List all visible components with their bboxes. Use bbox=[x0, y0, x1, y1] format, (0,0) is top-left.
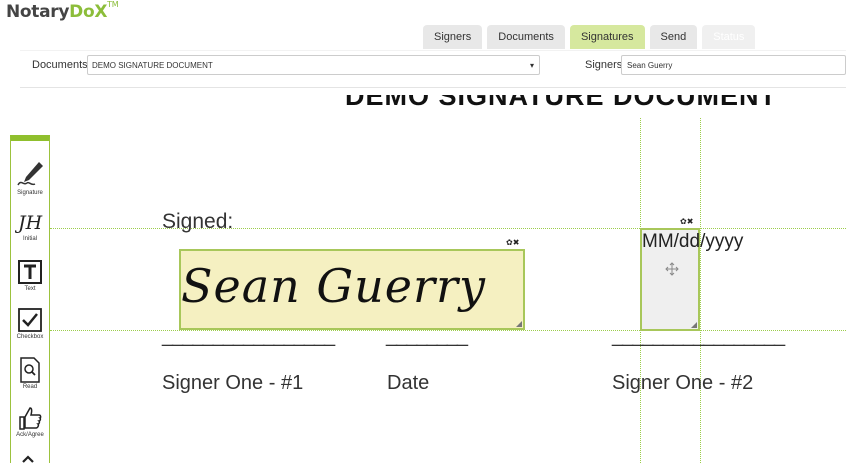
tool-read[interactable]: Read bbox=[11, 357, 49, 390]
date-line: ________ bbox=[386, 325, 468, 347]
documents-label: Documents bbox=[32, 59, 88, 71]
tool-text[interactable]: Text bbox=[11, 259, 49, 292]
document-toolbar: Documents DEMO SIGNATURE DOCUMENT ▾ Sign… bbox=[20, 50, 846, 88]
tool-text-label: Text bbox=[24, 286, 36, 292]
app-logo: NotaryDoXTM bbox=[6, 0, 119, 22]
tool-read-label: Read bbox=[22, 384, 38, 390]
documents-select-value: DEMO SIGNATURE DOCUMENT bbox=[92, 61, 213, 70]
tab-send[interactable]: Send bbox=[649, 25, 698, 49]
tool-ack-agree-label: Ack/Agree bbox=[16, 432, 44, 438]
signature-field[interactable]: Sean Guerry bbox=[179, 249, 525, 330]
gear-icon[interactable]: ✿ bbox=[680, 217, 687, 226]
caption-date: Date bbox=[387, 372, 430, 394]
svg-text:JH: JH bbox=[15, 212, 43, 234]
alignment-guide-vertical bbox=[700, 118, 701, 463]
signature-field-controls: ✿✖ bbox=[506, 238, 519, 247]
initial-icon: JH bbox=[15, 212, 43, 234]
signers-select[interactable]: Sean Guerry bbox=[621, 55, 846, 75]
move-icon[interactable] bbox=[665, 262, 679, 276]
resize-handle-icon[interactable] bbox=[516, 321, 522, 327]
read-document-icon bbox=[20, 357, 40, 383]
close-icon[interactable]: ✖ bbox=[513, 238, 520, 247]
document-title: DEMO SIGNATURE DOCUMENT bbox=[345, 95, 777, 111]
tab-status: Status bbox=[702, 25, 756, 49]
tab-documents[interactable]: Documents bbox=[487, 25, 565, 49]
tool-signature[interactable]: Signature bbox=[11, 159, 49, 196]
signers-label: Signers bbox=[585, 59, 623, 71]
logo-accent: DoX bbox=[69, 2, 108, 22]
documents-select[interactable]: DEMO SIGNATURE DOCUMENT ▾ bbox=[87, 55, 540, 75]
logo-main: Notary bbox=[6, 2, 70, 22]
logo-trademark: TM bbox=[107, 0, 119, 9]
tool-checkbox-label: Checkbox bbox=[16, 334, 44, 340]
signature-text: Sean Guerry bbox=[181, 259, 486, 313]
tool-initial[interactable]: JH Initial bbox=[11, 209, 49, 242]
caption-signer-1: Signer One - #1 bbox=[162, 372, 304, 394]
signature-line-1: _________________ bbox=[162, 325, 335, 347]
tab-signers[interactable]: Signers bbox=[423, 25, 483, 49]
main-tabs: Signers Documents Signatures Send Status bbox=[423, 25, 760, 49]
signed-label: Signed: bbox=[162, 210, 234, 233]
tool-checkbox[interactable]: Checkbox bbox=[11, 307, 49, 340]
caption-signer-2: Signer One - #2 bbox=[612, 372, 754, 394]
chevron-down-icon: ▾ bbox=[529, 61, 534, 70]
tab-signatures[interactable]: Signatures bbox=[569, 25, 645, 49]
gear-icon[interactable]: ✿ bbox=[506, 238, 513, 247]
thumbs-up-icon bbox=[19, 407, 42, 430]
chevron-up-icon[interactable] bbox=[21, 453, 35, 467]
signature-line-2: _________________ bbox=[612, 325, 785, 347]
tool-signature-label: Signature bbox=[17, 190, 43, 196]
checkbox-icon bbox=[18, 308, 42, 332]
tool-initial-label: Initial bbox=[22, 236, 37, 242]
text-icon bbox=[18, 260, 42, 284]
signature-pen-icon bbox=[17, 162, 43, 186]
signers-select-value: Sean Guerry bbox=[627, 61, 673, 70]
field-tool-palette: Signature JH Initial Text Checkbox Read bbox=[10, 135, 50, 463]
date-format-text: MM/dd/yyyy bbox=[642, 231, 744, 252]
close-icon[interactable]: ✖ bbox=[687, 217, 694, 226]
date-field-controls: ✿✖ bbox=[680, 217, 693, 226]
tool-ack-agree[interactable]: Ack/Agree bbox=[11, 405, 49, 438]
